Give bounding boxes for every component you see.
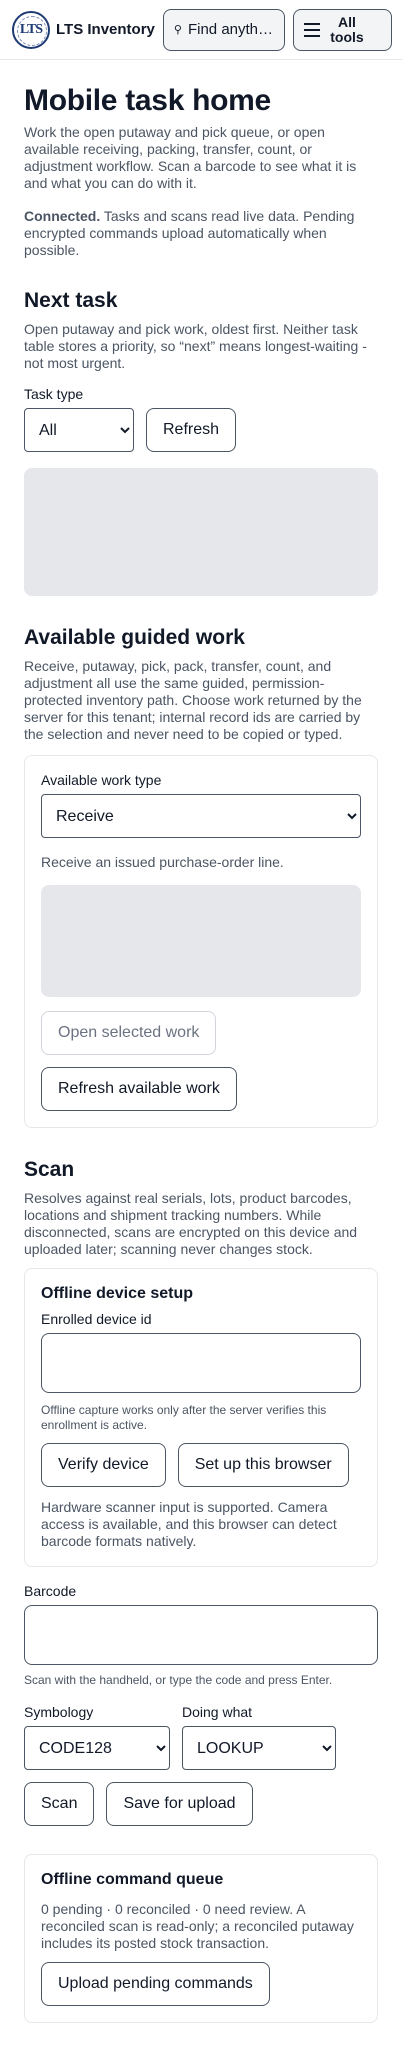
- find-anything-label: Find anythi…: [187, 21, 275, 38]
- page-title: Mobile task home: [24, 84, 271, 117]
- main-content: Mobile task home Work the open putaway a…: [0, 84, 402, 2023]
- scan-button[interactable]: Scan: [24, 1782, 95, 1826]
- work-type-hint: Receive an issued purchase-order line.: [41, 854, 284, 870]
- set-up-browser-button[interactable]: Set up this browser: [177, 1443, 349, 1487]
- offline-command-queue-card: Offline command queue 0 pending · 0 reco…: [24, 1854, 378, 2023]
- barcode-hint: Scan with the handheld, or type the code…: [24, 1673, 333, 1687]
- open-selected-work-button[interactable]: Open selected work: [41, 1011, 217, 1055]
- next-task-heading: Next task: [24, 289, 118, 312]
- next-task-description: Open putaway and pick work, oldest first…: [24, 321, 367, 371]
- doing-what-select[interactable]: LOOKUP: [182, 1726, 336, 1770]
- search-icon: ⚲: [173, 24, 182, 36]
- menu-icon: [304, 22, 321, 37]
- next-task-loading-placeholder: [24, 468, 378, 596]
- device-id-input[interactable]: [41, 1333, 361, 1393]
- page-intro: Work the open putaway and pick queue, or…: [24, 124, 357, 191]
- barcode-label: Barcode: [24, 1583, 77, 1599]
- next-task-section: Next task Open putaway and pick work, ol…: [24, 289, 378, 596]
- connection-status: Connected. Tasks and scans read live dat…: [24, 208, 378, 259]
- guided-work-card: Available work type Receive Receive an i…: [24, 755, 378, 1128]
- offline-setup-heading: Offline device setup: [41, 1285, 194, 1302]
- logo-text: LTS: [19, 21, 43, 37]
- symbology-select[interactable]: CODE128: [24, 1726, 170, 1770]
- offline-queue-status: 0 pending · 0 reconciled · 0 need review…: [41, 1901, 354, 1951]
- upload-pending-commands-button[interactable]: Upload pending commands: [41, 1962, 270, 2006]
- offline-queue-heading: Offline command queue: [41, 1871, 224, 1888]
- scan-description: Resolves against real serials, lots, pro…: [24, 1190, 358, 1257]
- symbology-label: Symbology: [24, 1704, 94, 1720]
- all-tools-label-line1: All: [338, 13, 356, 30]
- lts-logo: LTS: [12, 10, 50, 49]
- find-anything-button[interactable]: ⚲ Find anythi…: [162, 8, 286, 51]
- task-type-select[interactable]: All: [24, 408, 134, 452]
- device-id-label: Enrolled device id: [41, 1311, 152, 1327]
- guided-work-description: Receive, putaway, pick, pack, transfer, …: [24, 658, 362, 742]
- brand-name: LTS Inventory: [56, 21, 155, 38]
- brand[interactable]: LTS LTS Inventory: [12, 10, 155, 49]
- scan-section: Scan Resolves against real serials, lots…: [24, 1158, 378, 1826]
- scan-heading: Scan: [24, 1158, 75, 1181]
- connection-status-label: Connected.: [24, 208, 101, 224]
- all-tools-label: All tools: [330, 13, 364, 45]
- refresh-available-work-button[interactable]: Refresh available work: [41, 1067, 237, 1111]
- offline-device-setup-card: Offline device setup Enrolled device id …: [24, 1268, 378, 1567]
- all-tools-button[interactable]: All tools: [293, 8, 392, 51]
- top-bar: LTS LTS Inventory ⚲ Find anythi… All too…: [0, 0, 402, 60]
- barcode-input[interactable]: [24, 1605, 378, 1665]
- offline-capture-note: Offline capture works only after the ser…: [41, 1403, 327, 1432]
- guided-work-section: Available guided work Receive, putaway, …: [24, 626, 378, 1128]
- guided-work-loading-placeholder: [41, 885, 361, 997]
- save-for-upload-button[interactable]: Save for upload: [106, 1782, 253, 1826]
- all-tools-label-line2: tools: [330, 28, 364, 45]
- work-type-label: Available work type: [41, 772, 162, 788]
- scanner-support-note: Hardware scanner input is supported. Cam…: [41, 1499, 337, 1549]
- guided-work-heading: Available guided work: [24, 626, 245, 649]
- verify-device-button[interactable]: Verify device: [41, 1443, 166, 1487]
- refresh-button[interactable]: Refresh: [146, 408, 237, 452]
- work-type-select[interactable]: Receive: [41, 794, 361, 838]
- task-type-label: Task type: [24, 386, 84, 402]
- doing-what-label: Doing what: [182, 1704, 253, 1720]
